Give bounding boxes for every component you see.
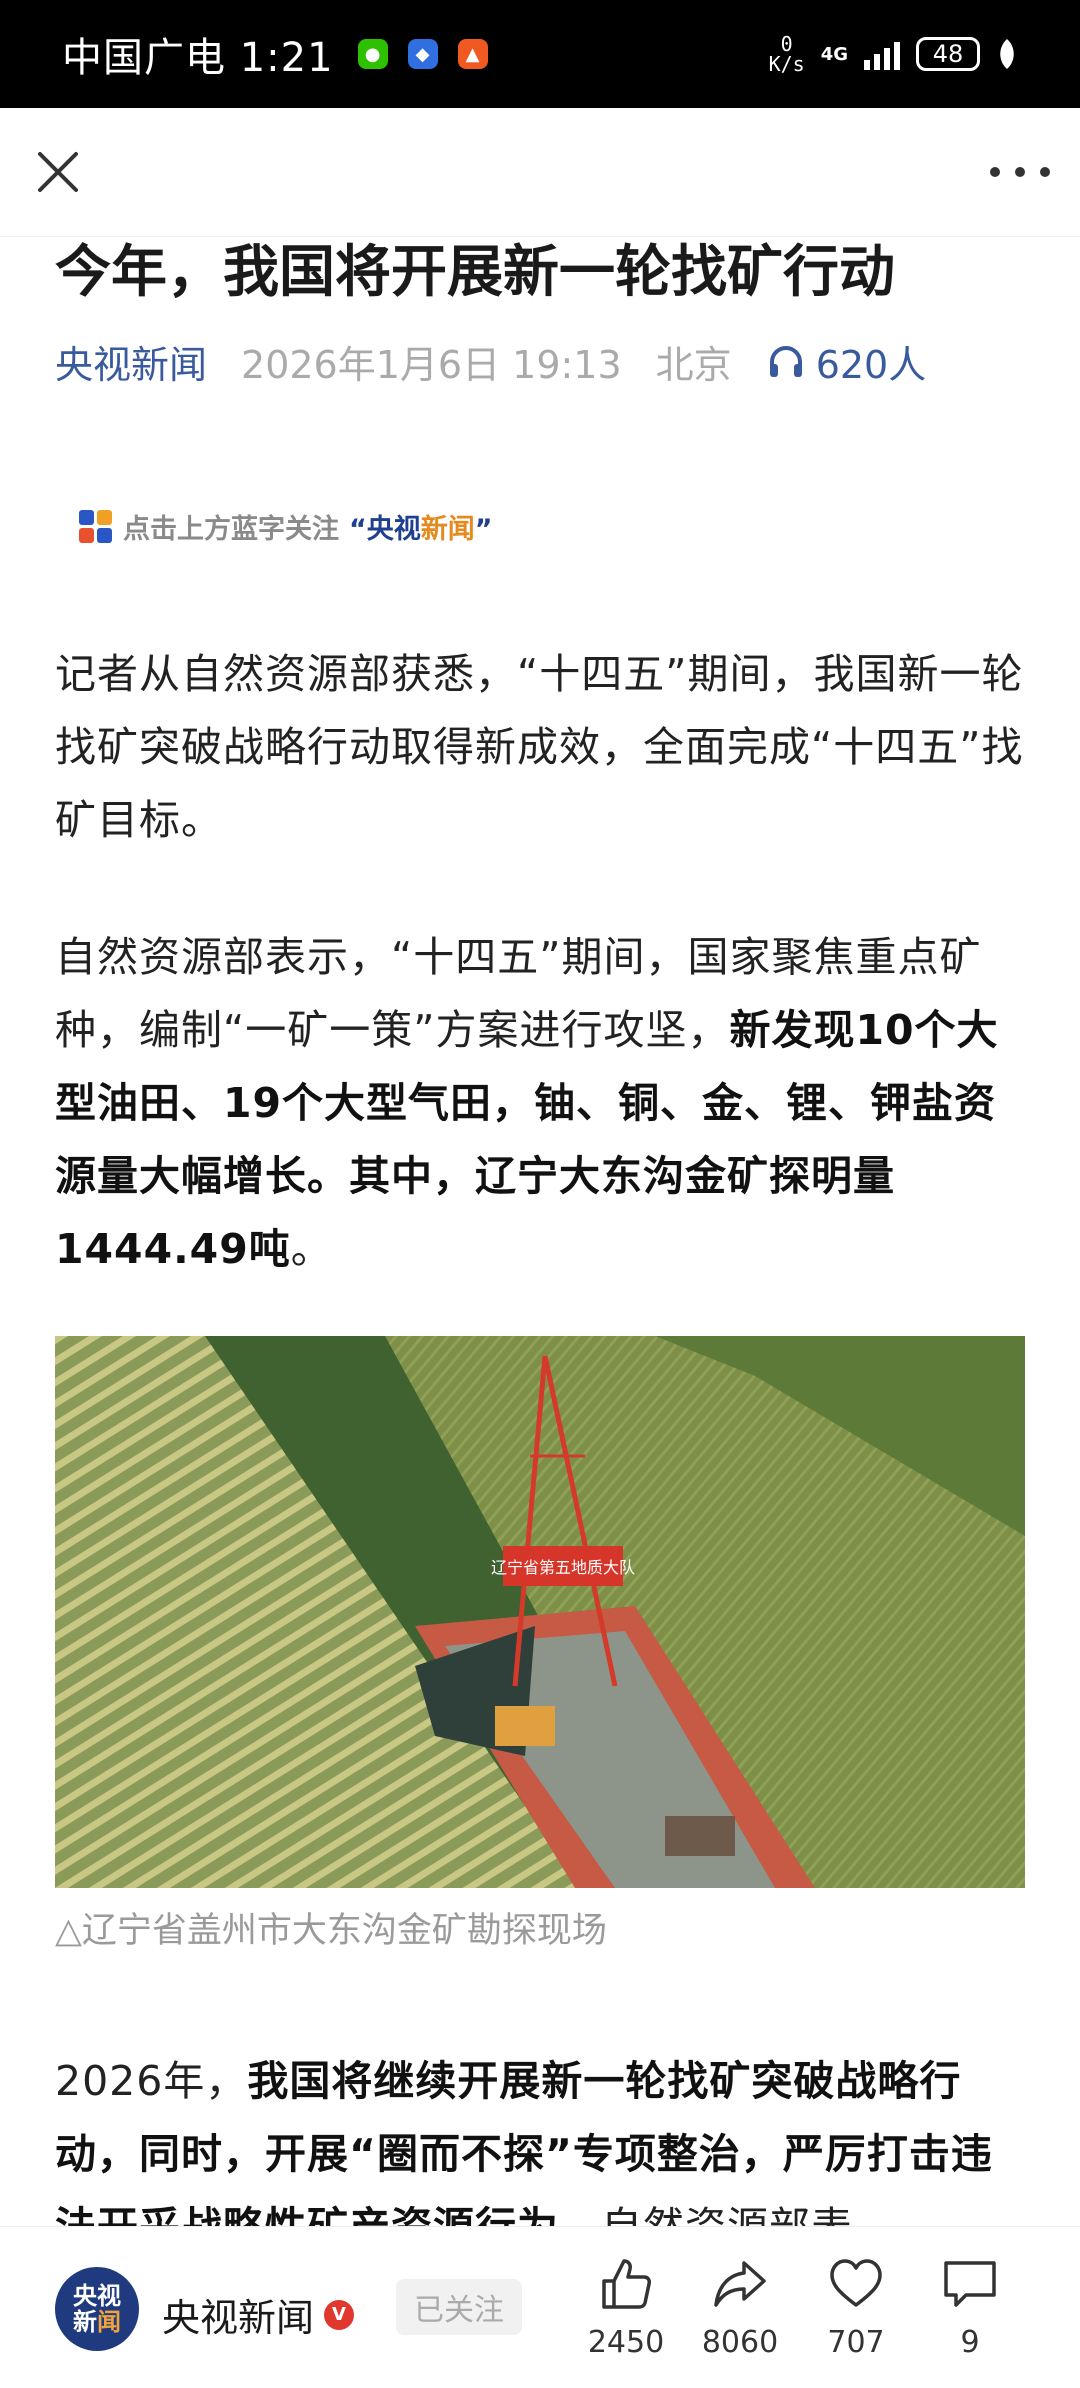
close-icon[interactable]	[30, 144, 86, 200]
network-type: 4G	[820, 43, 848, 65]
top-nav	[0, 108, 1080, 237]
status-bar: 中国广电 1:21 ● ◆ ▲ 0 K/s 4G 48	[0, 0, 1080, 108]
headphones-icon	[769, 345, 802, 377]
article-title: 今年，我国将开展新一轮找矿行动	[55, 240, 895, 305]
carrier-time: 中国广电 1:21	[62, 35, 334, 81]
listener-count: 620人	[815, 343, 927, 387]
follow-prompt[interactable]: 点击上方蓝字关注 “央视新闻”	[79, 507, 1025, 546]
net-speed: 0 K/s	[768, 32, 805, 76]
favorite-button[interactable]: 707	[806, 2257, 906, 2360]
publish-datetime: 2026年1月6日 19:13	[241, 343, 622, 387]
follow-brand: “央视新闻”	[349, 514, 493, 545]
follow-button[interactable]: 已关注	[396, 2279, 522, 2335]
bottom-action-bar: 央视 新闻 央视新闻 V 已关注 2450 8060 707 9	[0, 2226, 1080, 2388]
comment-button[interactable]: 9	[920, 2257, 1020, 2360]
article-photo[interactable]: 辽宁省第五地质大队	[55, 1336, 1025, 1888]
wechat-icon: ●	[357, 39, 388, 69]
avatar[interactable]: 央视 新闻	[55, 2267, 139, 2351]
source-link[interactable]: 央视新闻	[55, 334, 207, 389]
like-count: 2450	[587, 2325, 665, 2360]
location: 北京	[655, 343, 732, 387]
share-count: 8060	[701, 2325, 779, 2360]
article: 今年，我国将开展新一轮找矿行动 央视新闻 2026年1月6日 19:13 北京 …	[55, 236, 1025, 2264]
heart-icon	[830, 2259, 882, 2307]
more-icon[interactable]	[990, 152, 1050, 192]
comment-icon	[944, 2261, 996, 2307]
leaf-icon	[1000, 39, 1014, 69]
share-icon	[714, 2261, 766, 2307]
cctv-logo-icon	[79, 509, 113, 544]
thumbs-up-icon	[602, 2259, 651, 2309]
article-meta: 央视新闻 2026年1月6日 19:13 北京 620人	[55, 334, 1025, 389]
battery-icon: 48	[916, 37, 980, 71]
share-button[interactable]: 8060	[690, 2257, 790, 2360]
paragraph-1: 记者从自然资源部获悉，“十四五”期间，我国新一轮找矿突破战略行动取得新成效，全面…	[55, 650, 1024, 844]
comment-count: 9	[960, 2325, 980, 2360]
like-button[interactable]: 2450	[576, 2257, 676, 2360]
account-name[interactable]: 央视新闻 V	[162, 2287, 355, 2342]
photo-caption: △辽宁省盖州市大东沟金矿勘探现场	[55, 1911, 607, 1951]
drilling-site-photo: 辽宁省第五地质大队	[55, 1336, 1025, 1888]
paragraph-2: 自然资源部表示，“十四五”期间，国家聚焦重点矿种，编制“一矿一策”方案进行攻坚，…	[55, 933, 999, 1273]
favorite-count: 707	[827, 2325, 885, 2360]
app-blue-icon: ◆	[407, 39, 438, 69]
signal-icon	[864, 38, 900, 70]
listen-button[interactable]: 620人	[766, 334, 927, 389]
verified-icon: V	[324, 2299, 355, 2330]
drill-rig-sign: 辽宁省第五地质大队	[491, 1558, 635, 1577]
notification-icons: ● ◆ ▲	[357, 39, 488, 69]
app-orange-icon: ▲	[457, 39, 488, 69]
